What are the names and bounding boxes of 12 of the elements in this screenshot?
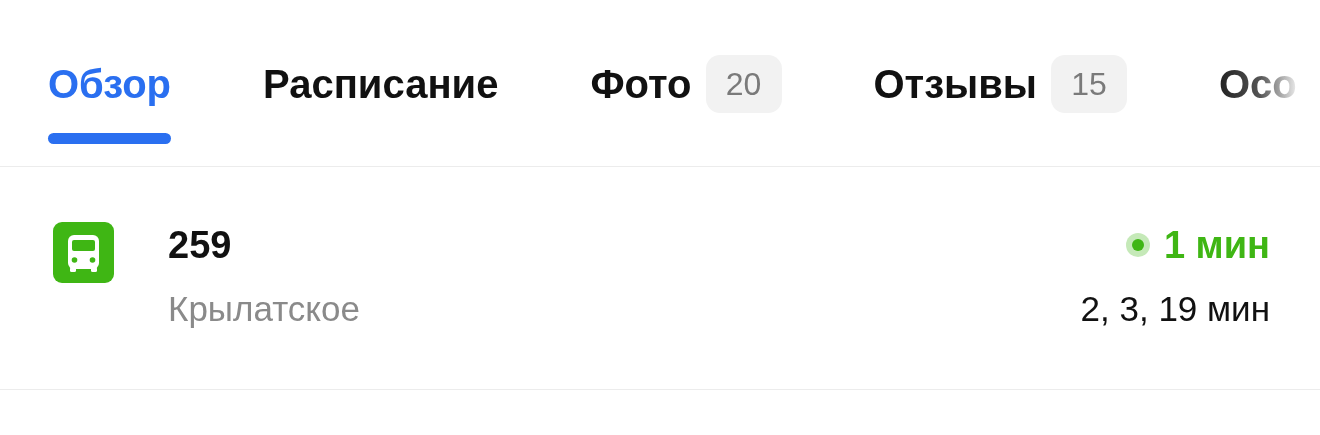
route-number: 259 bbox=[168, 223, 232, 268]
live-dot-icon bbox=[1125, 233, 1150, 257]
later-arrivals: 2, 3, 19 мин bbox=[1080, 288, 1270, 330]
bus-icon bbox=[53, 222, 114, 283]
route-destination: Крылатское bbox=[168, 288, 360, 330]
tab[interactable]: Расписание bbox=[263, 54, 499, 114]
next-arrival: 1 мин bbox=[1163, 223, 1270, 268]
count-badge: 15 bbox=[1051, 55, 1127, 113]
tab[interactable]: Фото bbox=[590, 54, 692, 114]
tab[interactable]: Обзор bbox=[48, 54, 172, 114]
count-badge: 20 bbox=[705, 55, 782, 113]
tab[interactable]: Отзывы bbox=[873, 54, 1037, 114]
